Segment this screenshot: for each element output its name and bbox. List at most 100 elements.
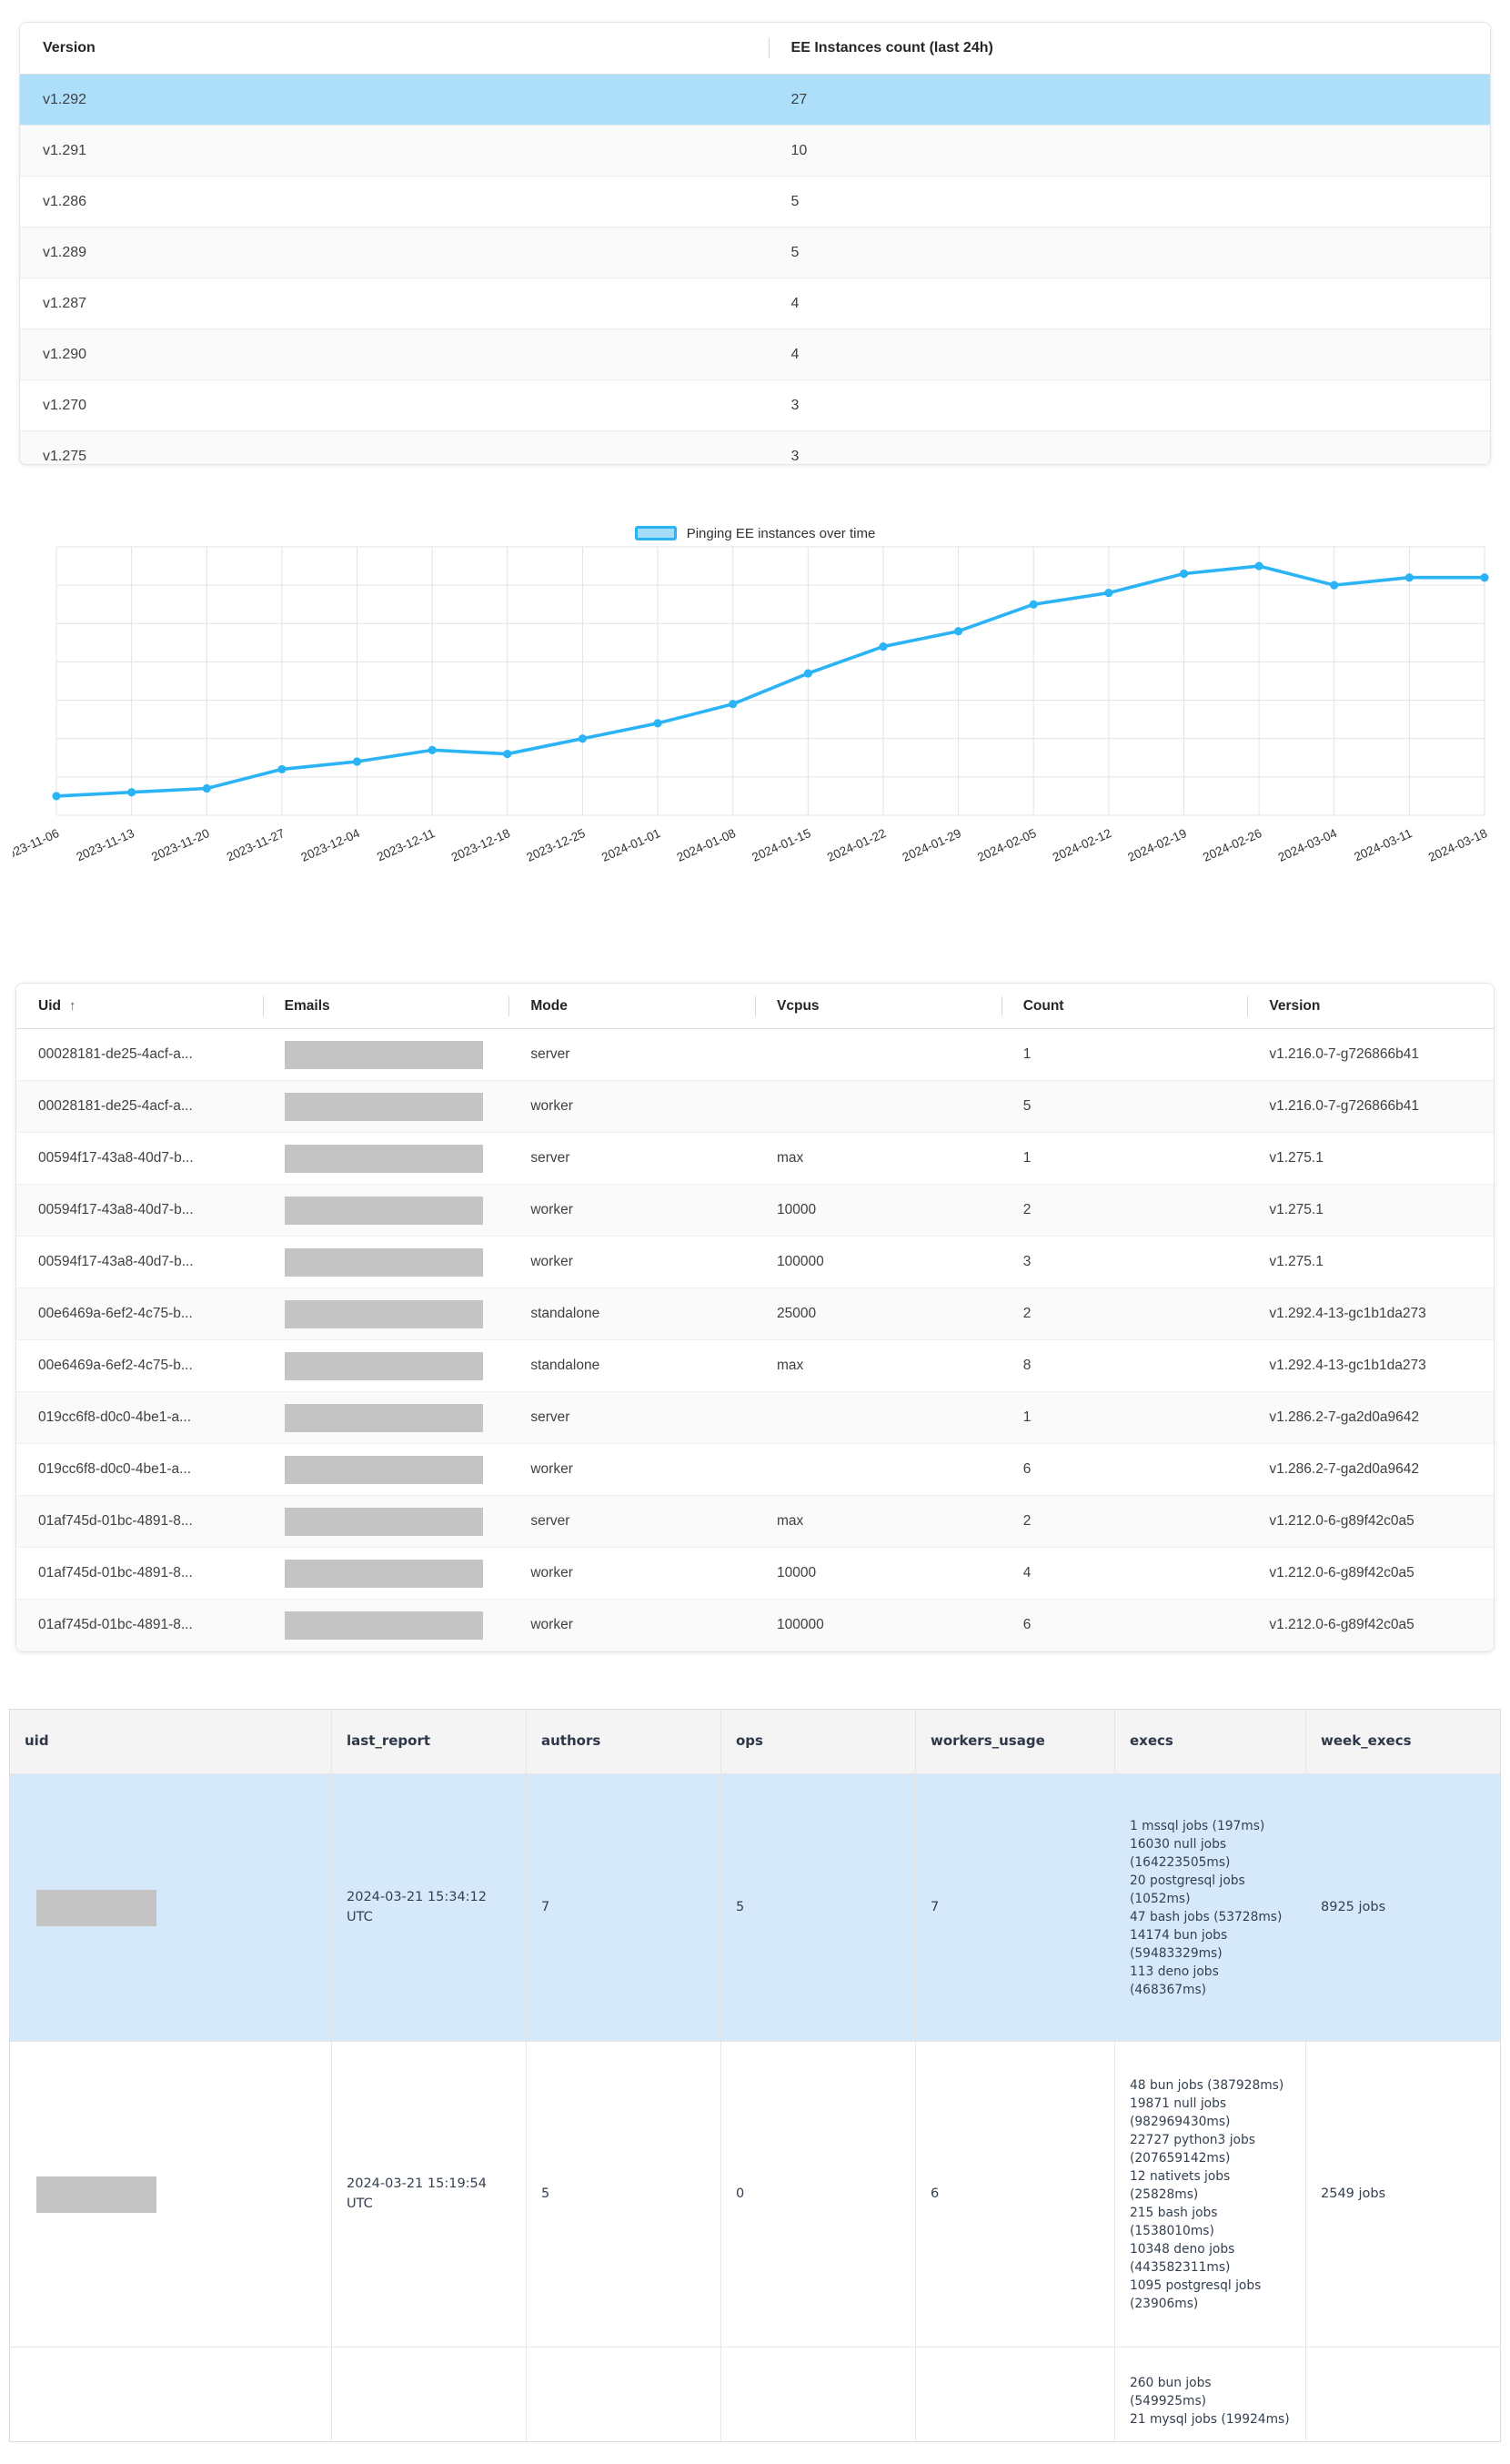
mode-cell: worker (508, 1098, 755, 1115)
emails-cell (263, 1508, 509, 1536)
version-row[interactable]: v1.2874 (20, 278, 1490, 329)
report-row[interactable]: 2024-03-21 15:34:12 UTC7571 mssql jobs (… (10, 1774, 1500, 2042)
x-axis-tick-label: 2024-02-12 (1051, 826, 1113, 864)
column-header-authors: authors (527, 1710, 721, 1773)
version-cell: v1.212.0-6-g89f42c0a5 (1247, 1617, 1494, 1633)
chart-legend[interactable]: Pinging EE instances over time (0, 523, 1510, 543)
workers-usage-cell (916, 2348, 1115, 2441)
line-chart-canvas[interactable]: 2023-11-062023-11-132023-11-202023-11-27… (13, 545, 1497, 885)
exec-entry: 1095 postgresql jobs (23906ms) (1130, 2277, 1291, 2313)
version-cell: v1.292 (20, 92, 769, 108)
column-header-week-execs: week_execs (1306, 1710, 1500, 1773)
pinging-instances-chart-section: Pinging EE instances over time 2023-11-0… (0, 523, 1510, 885)
column-header-emails[interactable]: Emails (263, 998, 509, 1015)
exec-entry: 14174 bun jobs (59483329ms) (1130, 1926, 1291, 1963)
vcpus-cell: 25000 (755, 1306, 1002, 1322)
redacted-uid-block (36, 2176, 156, 2213)
last-report-cell: 2024-03-21 15:34:12 UTC (332, 1774, 527, 2041)
emails-cell (263, 1041, 509, 1069)
version-row[interactable]: v1.2904 (20, 329, 1490, 380)
mode-cell: worker (508, 1565, 755, 1581)
count-cell: 1 (1002, 1046, 1248, 1063)
version-row[interactable]: v1.2753 (20, 431, 1490, 465)
count-cell: 2 (1002, 1202, 1248, 1218)
count-cell: 4 (769, 347, 1490, 363)
version-row[interactable]: v1.2865 (20, 177, 1490, 227)
instance-row[interactable]: 00028181-de25-4acf-a...server1v1.216.0-7… (16, 1029, 1494, 1081)
instance-row[interactable]: 01af745d-01bc-4891-8...worker1000006v1.2… (16, 1600, 1494, 1651)
vcpus-cell: 100000 (755, 1617, 1002, 1633)
count-cell: 3 (769, 449, 1490, 465)
uid-cell: 019cc6f8-d0c0-4be1-a... (16, 1409, 263, 1426)
redacted-email-block (285, 1041, 483, 1069)
mode-cell: server (508, 1150, 755, 1166)
authors-cell: 5 (527, 2042, 721, 2347)
mode-cell: worker (508, 1202, 755, 1218)
version-cell: v1.292.4-13-gc1b1da273 (1247, 1306, 1494, 1322)
exec-entry: 10348 deno jobs (443582311ms) (1130, 2240, 1291, 2277)
version-row[interactable]: v1.29110 (20, 126, 1490, 177)
instance-row[interactable]: 01af745d-01bc-4891-8...servermax2v1.212.… (16, 1496, 1494, 1548)
last-report-cell (332, 2348, 527, 2441)
column-header-version[interactable]: Version (1247, 998, 1494, 1015)
report-row[interactable]: 260 bun jobs (549925ms)21 mysql jobs (19… (10, 2348, 1500, 2441)
instance-row[interactable]: 00028181-de25-4acf-a...worker5v1.216.0-7… (16, 1081, 1494, 1133)
version-row[interactable]: v1.2895 (20, 227, 1490, 278)
version-row[interactable]: v1.29227 (20, 75, 1490, 126)
instance-row[interactable]: 019cc6f8-d0c0-4be1-a...server1v1.286.2-7… (16, 1392, 1494, 1444)
instance-row[interactable]: 019cc6f8-d0c0-4be1-a...worker6v1.286.2-7… (16, 1444, 1494, 1496)
instances-table-header: Uid↑ Emails Mode Vcpus Count Version (16, 984, 1494, 1029)
legend-label: Pinging EE instances over time (687, 526, 876, 541)
mode-cell: worker (508, 1617, 755, 1633)
emails-cell (263, 1093, 509, 1121)
column-header-uid[interactable]: Uid↑ (16, 998, 263, 1015)
count-cell: 27 (769, 92, 1490, 108)
instance-row[interactable]: 00e6469a-6ef2-4c75-b...standalonemax8v1.… (16, 1340, 1494, 1392)
count-cell: 5 (1002, 1098, 1248, 1115)
version-cell: v1.216.0-7-g726866b41 (1247, 1098, 1494, 1115)
exec-entry: 215 bash jobs (1538010ms) (1130, 2204, 1291, 2240)
mode-cell: server (508, 1513, 755, 1530)
exec-entry: 16030 null jobs (164223505ms) (1130, 1835, 1291, 1872)
version-table: Version EE Instances count (last 24h) v1… (19, 22, 1491, 465)
column-header-mode[interactable]: Mode (508, 998, 755, 1015)
count-cell: 5 (769, 245, 1490, 261)
redacted-email-block (285, 1145, 483, 1173)
column-header-count[interactable]: Count (1002, 998, 1248, 1015)
count-cell: 5 (769, 194, 1490, 210)
instance-row[interactable]: 00594f17-43a8-40d7-b...worker100002v1.27… (16, 1185, 1494, 1237)
uid-cell: 01af745d-01bc-4891-8... (16, 1565, 263, 1581)
x-axis-tick-label: 2023-11-20 (149, 826, 211, 863)
instance-row[interactable]: 00594f17-43a8-40d7-b...worker1000003v1.2… (16, 1237, 1494, 1288)
x-axis-tick-label: 2023-12-25 (524, 826, 587, 864)
emails-cell (263, 1560, 509, 1588)
version-table-body: v1.29227v1.29110v1.2865v1.2895v1.2874v1.… (20, 75, 1490, 465)
column-header-vcpus[interactable]: Vcpus (755, 998, 1002, 1015)
instance-row[interactable]: 00594f17-43a8-40d7-b...servermax1v1.275.… (16, 1133, 1494, 1185)
column-header-ee-instances-count: EE Instances count (last 24h) (769, 40, 1490, 56)
count-cell: 2 (1002, 1306, 1248, 1322)
redacted-email-block (285, 1611, 483, 1640)
mode-cell: standalone (508, 1306, 755, 1322)
version-cell: v1.275.1 (1247, 1150, 1494, 1166)
emails-cell (263, 1611, 509, 1640)
emails-cell (263, 1300, 509, 1328)
count-cell: 6 (1002, 1617, 1248, 1633)
ops-cell (721, 2348, 916, 2441)
version-row[interactable]: v1.2703 (20, 380, 1490, 431)
workers-usage-cell: 7 (916, 1774, 1115, 2041)
x-axis-tick-label: 2023-12-18 (449, 826, 512, 864)
exec-entry: 19871 null jobs (982969430ms) (1130, 2095, 1291, 2131)
line-chart-svg: 2023-11-062023-11-132023-11-202023-11-27… (13, 545, 1497, 885)
instance-row[interactable]: 01af745d-01bc-4891-8...worker100004v1.21… (16, 1548, 1494, 1600)
reports-table-body: 2024-03-21 15:34:12 UTC7571 mssql jobs (… (10, 1774, 1500, 2441)
x-axis-tick-label: 2023-12-11 (375, 826, 437, 863)
uid-cell (10, 1774, 332, 2041)
exec-entry: 48 bun jobs (387928ms) (1130, 2076, 1284, 2095)
version-cell: v1.216.0-7-g726866b41 (1247, 1046, 1494, 1063)
x-axis-tick-label: 2024-02-05 (975, 826, 1038, 864)
version-cell: v1.275 (20, 449, 769, 465)
instance-row[interactable]: 00e6469a-6ef2-4c75-b...standalone250002v… (16, 1288, 1494, 1340)
report-row[interactable]: 2024-03-21 15:19:54 UTC50648 bun jobs (3… (10, 2042, 1500, 2348)
mode-cell: standalone (508, 1358, 755, 1374)
